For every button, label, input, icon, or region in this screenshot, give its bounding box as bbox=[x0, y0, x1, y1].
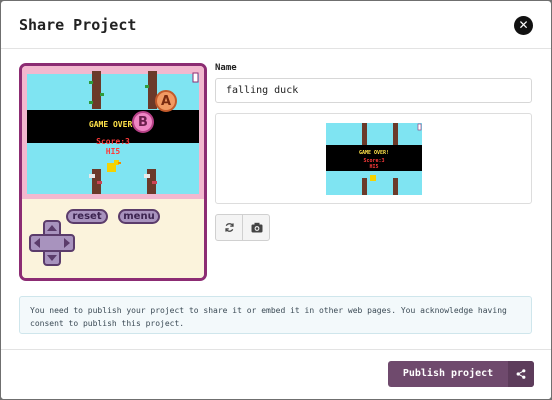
name-label: Name bbox=[215, 63, 237, 73]
a-button[interactable]: A bbox=[155, 90, 177, 112]
project-name-input[interactable] bbox=[215, 78, 532, 103]
dpad[interactable] bbox=[28, 219, 76, 267]
thumbnail-tools bbox=[215, 214, 270, 241]
dialog-header: Share Project ✕ bbox=[1, 1, 551, 49]
hi-score-text: HI5 bbox=[105, 147, 121, 156]
refresh-icon[interactable] bbox=[216, 215, 243, 240]
score-text: Score:3 bbox=[96, 137, 130, 146]
close-icon[interactable]: ✕ bbox=[514, 16, 533, 35]
publish-project-button[interactable]: Publish project bbox=[388, 361, 534, 387]
camera-icon[interactable] bbox=[243, 215, 269, 240]
simulator-controls: reset menu bbox=[22, 199, 204, 278]
dialog-footer: Publish project bbox=[1, 349, 551, 399]
dialog-title: Share Project bbox=[19, 16, 137, 34]
b-button[interactable]: B bbox=[132, 111, 154, 133]
simulator-screen-frame: GAME OVER! Score:3 HI5 bbox=[22, 66, 204, 199]
share-icon bbox=[508, 361, 534, 387]
game-simulator: GAME OVER! Score:3 HI5 reset menu bbox=[19, 63, 207, 281]
publish-notice: You need to publish your project to shar… bbox=[19, 296, 532, 334]
thumbnail-hi-score-text: HI5 bbox=[369, 164, 378, 170]
thumbnail-preview: GAME OVER! Score:3 HI5 bbox=[215, 113, 532, 204]
game-over-text: GAME OVER! bbox=[88, 120, 138, 129]
thumbnail-game-over-text: GAME OVER! bbox=[359, 150, 389, 156]
share-dialog: Share Project ✕ GAME OVER! Score:3 HI5 r… bbox=[1, 1, 551, 399]
thumbnail-image: GAME OVER! Score:3 HI5 bbox=[326, 123, 422, 195]
game-screen[interactable]: GAME OVER! Score:3 HI5 bbox=[27, 71, 199, 194]
menu-button[interactable]: menu bbox=[118, 209, 160, 224]
publish-label: Publish project bbox=[402, 368, 494, 379]
